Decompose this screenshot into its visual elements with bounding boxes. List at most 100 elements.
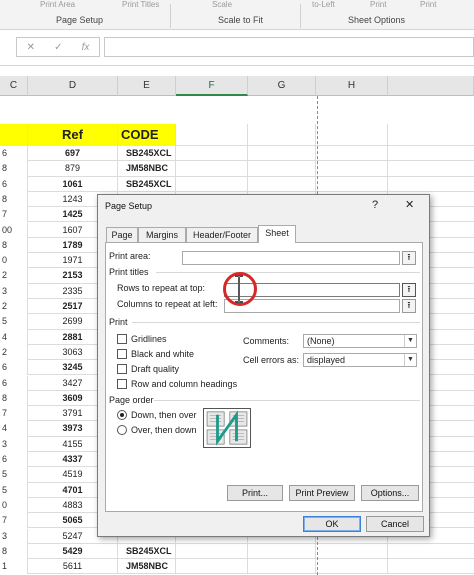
row-number[interactable]: 8	[0, 161, 28, 177]
over-then-down-radio[interactable]	[117, 425, 127, 435]
ref-cell[interactable]: 697	[28, 146, 118, 162]
row-number[interactable]: 6	[0, 375, 28, 391]
cell-errors-select[interactable]: displayed ▼	[303, 353, 417, 367]
cell-h[interactable]	[316, 559, 388, 575]
code-cell[interactable]: JM58NBC	[118, 161, 176, 177]
close-icon[interactable]: ✕	[405, 198, 414, 211]
enter-icon[interactable]: ✓	[54, 42, 62, 53]
cell-g[interactable]	[248, 146, 316, 162]
cell-h[interactable]	[316, 161, 388, 177]
help-icon[interactable]: ?	[372, 199, 378, 211]
row-number[interactable]: 8	[0, 543, 28, 560]
row-number[interactable]: 0	[0, 497, 28, 514]
column-header-g[interactable]: G	[248, 76, 316, 96]
cell-f[interactable]	[176, 559, 248, 575]
row-number[interactable]: 7	[0, 207, 28, 223]
row-number[interactable]: 5	[0, 467, 28, 483]
cell-g[interactable]	[248, 543, 316, 560]
cell-h[interactable]	[316, 543, 388, 560]
ribbon-right-to-left-button[interactable]: to-Left	[312, 0, 335, 9]
tab-header-footer[interactable]: Header/Footer	[186, 227, 258, 242]
row-number[interactable]: 3	[0, 528, 28, 544]
row-number[interactable]: 6	[0, 176, 28, 192]
ref-cell[interactable]: 5611	[28, 559, 118, 575]
cancel-icon[interactable]: ✕	[27, 42, 35, 53]
ribbon-print-area-button[interactable]: Print Area	[40, 0, 75, 9]
cell-h[interactable]	[316, 124, 388, 146]
row-number[interactable]: 4	[0, 329, 28, 345]
code-cell[interactable]: SB245XCL	[118, 176, 176, 192]
ok-button[interactable]: OK	[303, 516, 361, 532]
rows-to-repeat-collapse-icon[interactable]: ⭱	[402, 283, 416, 297]
row-number[interactable]: 5	[0, 482, 28, 498]
header-row-cell-c[interactable]	[0, 124, 28, 146]
column-header-h[interactable]: H	[316, 76, 388, 96]
row-number[interactable]: 4	[0, 421, 28, 437]
tab-margins[interactable]: Margins	[138, 227, 186, 242]
comments-select[interactable]: (None) ▼	[303, 334, 417, 348]
print-area-input[interactable]	[182, 251, 400, 265]
tab-sheet[interactable]: Sheet	[258, 225, 296, 243]
cell-f[interactable]	[176, 146, 248, 162]
code-cell[interactable]: SB245XCL	[118, 543, 176, 560]
cancel-button[interactable]: Cancel	[366, 516, 424, 532]
print-button[interactable]: Print...	[227, 485, 283, 501]
ribbon-print-titles-button[interactable]: Print Titles	[122, 0, 159, 9]
row-number[interactable]: 8	[0, 390, 28, 407]
ref-cell[interactable]: 879	[28, 161, 118, 177]
draft-quality-checkbox[interactable]	[117, 364, 127, 374]
options-button[interactable]: Options...	[361, 485, 419, 501]
row-number[interactable]: 2	[0, 344, 28, 361]
cell-f[interactable]	[176, 161, 248, 177]
cell-f[interactable]	[176, 124, 248, 146]
row-number[interactable]: 6	[0, 360, 28, 376]
row-number[interactable]: 8	[0, 191, 28, 208]
column-header-f[interactable]: F	[176, 76, 248, 96]
header-ref-cell[interactable]: Ref	[28, 124, 118, 146]
cell-h[interactable]	[316, 176, 388, 192]
row-number[interactable]: 00	[0, 222, 28, 238]
function-icon[interactable]: fx	[82, 42, 90, 53]
row-number[interactable]: 5	[0, 314, 28, 330]
down-then-over-radio[interactable]	[117, 410, 127, 420]
row-number[interactable]: 1	[0, 559, 28, 575]
tab-page[interactable]: Page	[106, 227, 138, 242]
ref-cell[interactable]: 5429	[28, 543, 118, 560]
code-cell[interactable]: SB245XCL	[118, 146, 176, 162]
formula-input[interactable]	[104, 37, 474, 57]
cell-g[interactable]	[248, 161, 316, 177]
row-number[interactable]: 6	[0, 452, 28, 468]
row-number[interactable]: 3	[0, 283, 28, 299]
row-number[interactable]: 7	[0, 513, 28, 529]
header-code-cell[interactable]: CODE	[118, 124, 176, 146]
row-number[interactable]: 0	[0, 253, 28, 269]
row-number[interactable]: 3	[0, 436, 28, 452]
column-header-e[interactable]: E	[118, 76, 176, 96]
print-area-collapse-icon[interactable]: ⭱	[402, 251, 416, 265]
column-header-d[interactable]: D	[28, 76, 118, 96]
row-number[interactable]: 7	[0, 406, 28, 422]
columns-to-repeat-collapse-icon[interactable]: ⭱	[402, 299, 416, 313]
cell-g[interactable]	[248, 124, 316, 146]
ribbon-print-headings-checkbox[interactable]: Print	[420, 0, 436, 9]
row-number[interactable]: 6	[0, 146, 28, 162]
column-header-blank[interactable]	[388, 76, 474, 96]
row-column-headings-checkbox[interactable]	[117, 379, 127, 389]
cell-g[interactable]	[248, 559, 316, 575]
cell-f[interactable]	[176, 543, 248, 560]
column-header-c[interactable]: C	[0, 76, 28, 96]
row-number[interactable]: 2	[0, 268, 28, 284]
row-number[interactable]: 2	[0, 299, 28, 315]
row-number[interactable]: 8	[0, 237, 28, 254]
print-preview-button[interactable]: Print Preview	[289, 485, 355, 501]
text-cursor-icon	[235, 275, 243, 303]
code-cell[interactable]: JM58NBC	[118, 559, 176, 575]
gridlines-checkbox[interactable]	[117, 334, 127, 344]
black-and-white-checkbox[interactable]	[117, 349, 127, 359]
cell-f[interactable]	[176, 176, 248, 192]
ribbon-print-gridlines-checkbox[interactable]: Print	[370, 0, 386, 9]
cell-h[interactable]	[316, 146, 388, 162]
ref-cell[interactable]: 1061	[28, 176, 118, 192]
dialog-title: Page Setup	[105, 201, 153, 211]
cell-g[interactable]	[248, 176, 316, 192]
